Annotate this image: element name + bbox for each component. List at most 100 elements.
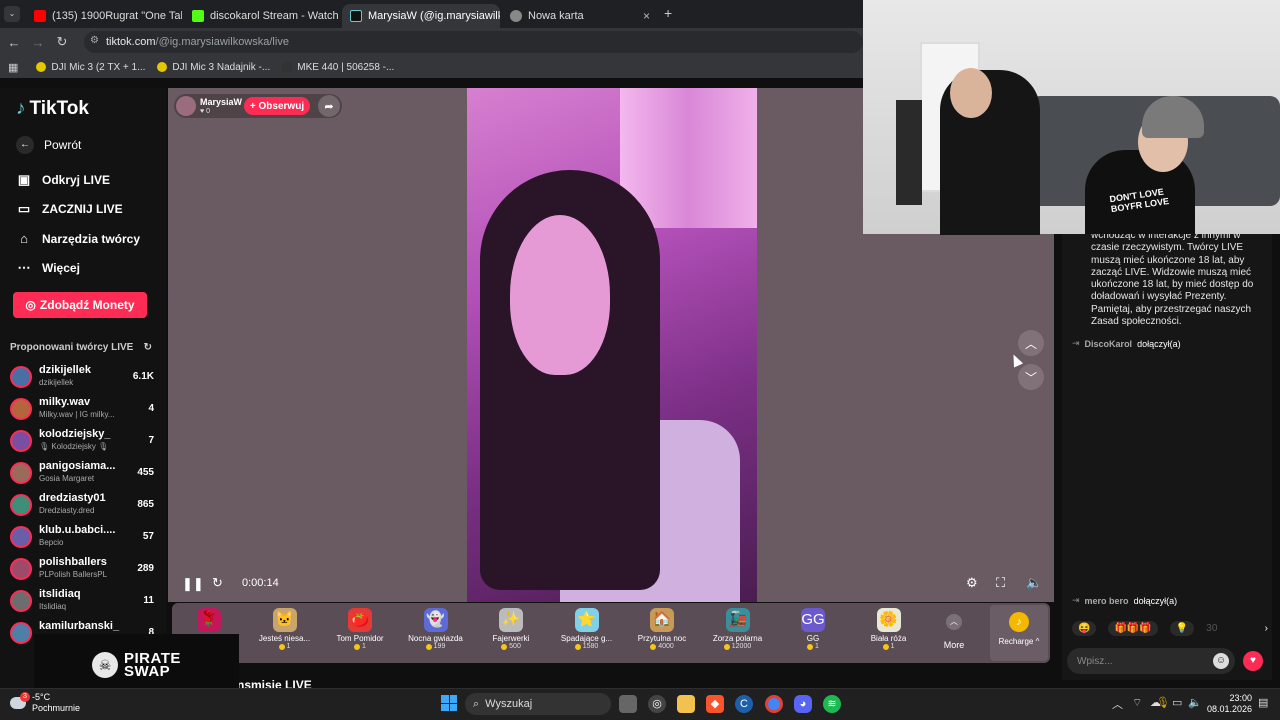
host-avatar[interactable] [176, 96, 196, 116]
bookmark-item[interactable]: MKE 440 | 506258 -... [282, 62, 394, 73]
more-label: More [943, 640, 965, 650]
chatgpt-icon[interactable]: ◎ [648, 695, 666, 713]
bookmark-item[interactable]: DJI Mic 3 Nadajnik -... [157, 62, 270, 73]
back-link[interactable]: ← Powrót [16, 136, 81, 154]
url-input[interactable]: ⚙ tiktok.com/@ig.marysiawilkowska/live [84, 31, 863, 53]
gift-price-value: 1 [815, 643, 819, 650]
gift-item[interactable]: ⭐ Spadające g... 1580 [549, 605, 625, 661]
windows-start-icon[interactable] [441, 695, 457, 711]
gift-item[interactable]: GG GG 1 [775, 605, 851, 661]
chat-username[interactable]: DiscoKarol [1085, 339, 1133, 349]
sidebar-item-creator-tools[interactable]: ⌂ Narzędzia twórcy [16, 231, 140, 246]
gift-name: Jesteś niesa... [258, 634, 311, 643]
suggested-creator-item[interactable]: polishballers PLPolish BallersPL 289 [10, 556, 154, 586]
chat-username[interactable]: mero bero [1085, 596, 1129, 606]
gift-item[interactable]: 👻 Nocna gwiazda 199 [398, 605, 474, 661]
tiktok-logo[interactable]: ♪ TikTok [16, 98, 89, 120]
tiktok-icon [350, 10, 362, 22]
suggested-creator-item[interactable]: klub.u.babci.... Bepcio 57 [10, 524, 154, 554]
volume-icon[interactable]: 🔈 [1026, 575, 1042, 591]
creator-viewer-count: 6.1K [132, 371, 154, 382]
gift-item[interactable]: 🌼 Biała róża 1 [851, 605, 927, 661]
sidebar-item-start-live[interactable]: ▭ ZACZNIJ LIVE [16, 201, 123, 217]
new-tab-button[interactable]: + [664, 5, 672, 21]
pause-icon[interactable]: ❚❚ [182, 576, 204, 592]
taskbar-search[interactable]: ⌕ Wyszukaj [465, 693, 611, 715]
chat-join-action: dołączył(a) [1137, 338, 1181, 349]
microphone-icon[interactable]: 🎙 [1156, 696, 1170, 709]
wifi-icon[interactable]: ⌔ [1132, 696, 1142, 710]
gift-item[interactable]: 🐱 Jesteś niesa... 1 [247, 605, 323, 661]
chat-input[interactable]: Wpisz... ☺ [1067, 648, 1235, 674]
next-live-button[interactable]: ﹀ [1018, 364, 1044, 390]
tab-youtube[interactable]: (135) 1900Rugrat "One Take Fre × [26, 4, 182, 28]
get-coins-button[interactable]: ◎ Zdobądź Monety [13, 292, 147, 318]
tiktok-coin-icon: ♪ [1009, 612, 1029, 632]
creator-name: dzikijellek [39, 364, 91, 376]
file-explorer-icon[interactable] [677, 695, 695, 713]
creator-avatar [10, 366, 32, 388]
gift-icon: ⭐ [574, 608, 599, 632]
chrome-icon[interactable] [765, 695, 783, 713]
chat-join-message: ⇥ mero bero dołączył(a) [1072, 595, 1177, 606]
gift-item[interactable]: 🍅 Tom Pomidor 1 [322, 605, 398, 661]
tab-search-icon[interactable]: ⌄ [4, 6, 20, 22]
system-clock[interactable]: 23:00 08.01.2026 [1206, 693, 1252, 715]
previous-live-button[interactable]: ︿ [1018, 330, 1044, 356]
reload-icon[interactable]: ↻ [50, 34, 74, 50]
gift-reaction-icon[interactable]: 🎁🎁🎁 [1108, 620, 1158, 636]
back-arrow-icon[interactable]: ← [2, 35, 26, 50]
like-heart-button[interactable]: ♥ [1243, 651, 1263, 671]
chat-join-message: ⇥ DiscoKarol dołączył(a) [1072, 338, 1181, 349]
volume-tray-icon[interactable]: 🔈 [1188, 696, 1202, 709]
emoji-picker-icon[interactable]: ☺ [1213, 653, 1229, 669]
suggested-creator-item[interactable]: kolodziejsky_ 🎙 Kolodziejsky 🎙 7 [10, 428, 154, 458]
sidebar-item-discover-live[interactable]: ▣ Odkryj LIVE [16, 172, 110, 188]
tray-overflow-icon[interactable]: ︿ [1112, 696, 1123, 712]
tiktok-note-icon: ♪ [16, 98, 26, 119]
refresh-stream-icon[interactable]: ↻ [212, 575, 223, 591]
tab-kick[interactable]: discokarol Stream - Watch Live × [184, 4, 340, 28]
tab-tiktok-active[interactable]: MarysiaW (@ig.marysiawilk 🔊 × [342, 4, 500, 28]
task-view-icon[interactable] [619, 695, 637, 713]
creator-name: panigosiama... [39, 460, 116, 472]
settings-gear-icon[interactable]: ⚙ [966, 575, 978, 591]
gift-item[interactable]: 🚂 Zorza polarna 12000 [700, 605, 776, 661]
more-gifts-button[interactable]: ︿ More [940, 614, 968, 654]
refresh-icon[interactable]: ↻ [144, 342, 152, 353]
coin-icon [278, 643, 285, 650]
tab-new[interactable]: Nowa karta × [502, 4, 658, 28]
chevron-right-icon[interactable]: › [1265, 623, 1268, 634]
apps-grid-icon[interactable]: ▦ [8, 61, 18, 74]
emoji-reaction-icon[interactable]: 😝 [1072, 620, 1097, 636]
bulb-reaction-icon[interactable]: 💡 [1169, 620, 1195, 636]
gift-icon: ✨ [499, 608, 523, 632]
gift-item[interactable]: 🏠 Przytulna noc 4000 [624, 605, 700, 661]
share-icon[interactable]: ➦ [318, 95, 340, 117]
spotify-icon[interactable]: ≋ [823, 695, 841, 713]
brave-icon[interactable]: ◆ [706, 695, 724, 713]
suggested-creator-item[interactable]: dredziasty01 Dredziasty.dred 865 [10, 492, 154, 522]
recharge-button[interactable]: ♪ Recharge ^ [990, 605, 1048, 661]
creator-viewer-count: 7 [148, 435, 154, 446]
close-tab-icon[interactable]: × [643, 9, 650, 23]
chat-join-action: dołączył(a) [1133, 595, 1178, 606]
suggested-creator-item[interactable]: itslidiaq Itslidiaq 11 [10, 588, 154, 618]
discord-icon[interactable]: ◕ [794, 695, 812, 713]
suggested-creator-item[interactable]: milky.wav Milky.wav | IG milky... 4 [10, 396, 154, 426]
network-icon[interactable]: ▭ [1172, 696, 1182, 709]
sidebar-item-more[interactable]: ⋯ Więcej [16, 260, 80, 276]
fullscreen-icon[interactable]: ⛶ [996, 575, 1005, 591]
ccleaner-icon[interactable]: C [735, 695, 753, 713]
gift-item[interactable]: ✨ Fajerwerki 500 [473, 605, 549, 661]
gift-price-value: 1 [890, 643, 895, 650]
suggested-creator-item[interactable]: panigosiama... Gosia Margaret 455 [10, 460, 154, 490]
bookmark-item[interactable]: DJI Mic 3 (2 TX + 1... [36, 62, 145, 73]
site-info-icon[interactable]: ⚙ [90, 35, 99, 46]
host-name[interactable]: MarysiaW [200, 97, 242, 107]
follow-button[interactable]: + Obserwuj [244, 97, 310, 115]
weather-widget[interactable]: 3 -5°C Pochmurnie [10, 692, 80, 714]
forward-arrow-icon[interactable]: → [26, 35, 50, 50]
suggested-creator-item[interactable]: dzikijellek dzikijellek 6.1K [10, 364, 154, 394]
notifications-icon[interactable]: ▤ [1258, 696, 1268, 709]
